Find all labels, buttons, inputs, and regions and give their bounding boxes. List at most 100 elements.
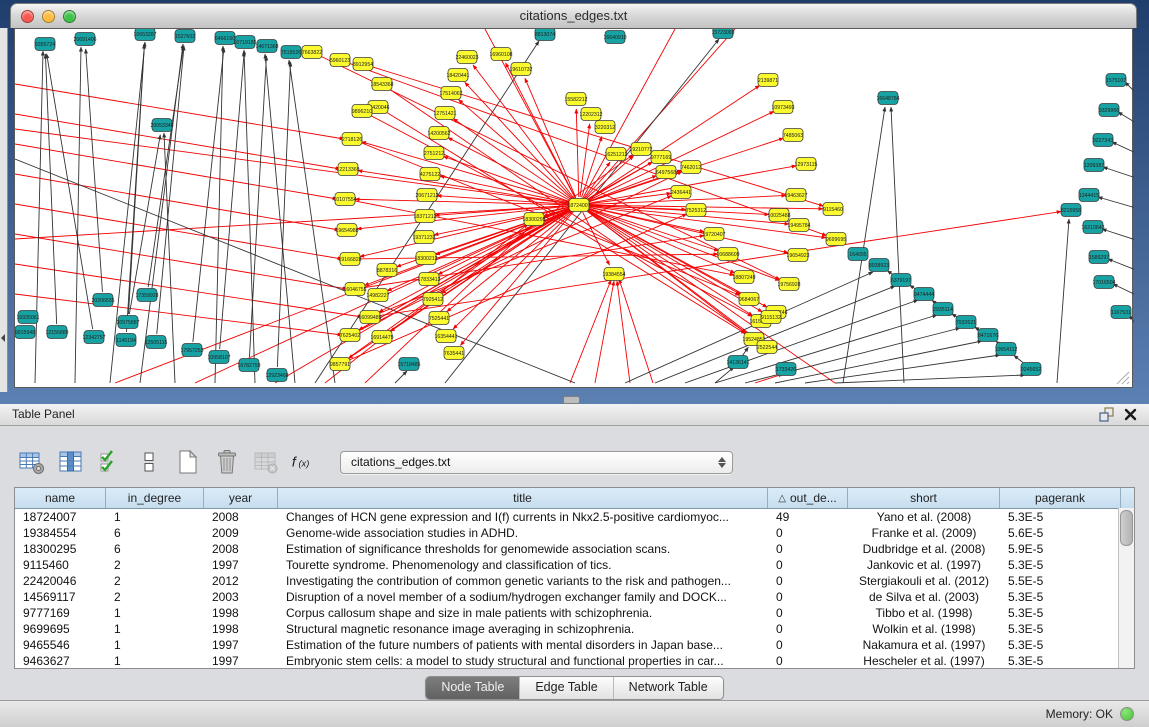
graph-node[interactable]: 10688609 [716,248,739,261]
graph-node[interactable]: 6466160 [215,32,235,45]
graph-node[interactable]: 9896210 [352,105,372,118]
graph-node[interactable]: 6497568 [656,166,676,179]
graph-edge[interactable] [460,211,573,345]
tab-edge-table[interactable]: Edge Table [519,677,612,699]
table-row[interactable]: 1456911722003Disruption of a novel membe… [15,589,1134,605]
graph-node[interactable]: 1167531 [1111,306,1131,319]
close-icon[interactable] [1123,407,1138,422]
panel-splitter-handle[interactable] [563,396,580,404]
graph-node[interactable]: 12156889 [45,326,68,339]
column-header-outde[interactable]: △out_de... [768,488,848,508]
graph-edge[interactable] [358,171,571,204]
graph-node[interactable]: 12505115 [145,336,168,349]
float-window-icon[interactable] [1099,407,1115,423]
graph-node[interactable]: 12973115 [795,158,818,171]
graph-node[interactable]: 20691406 [73,33,96,46]
graph-node[interactable]: 16648784 [876,92,899,105]
graph-node[interactable]: 16914479 [370,331,393,344]
control-panel-collapsed-strip[interactable] [0,28,8,392]
table-row[interactable]: 1830029562008Estimation of significance … [15,541,1134,557]
graph-node[interactable]: 2751212 [424,147,444,160]
graph-node[interactable]: 19654923 [786,249,809,262]
panel-collapse-arrow-icon[interactable] [1,334,5,342]
graph-node[interactable]: 17359928 [135,289,158,302]
graph-node[interactable]: 8938923 [869,259,889,272]
graph-node[interactable]: 7932621 [956,316,976,329]
graph-node[interactable]: 12923468 [265,369,288,382]
show-column-icon[interactable] [57,448,85,476]
graph-node[interactable]: 9474444 [914,288,934,301]
graph-edge[interactable] [15,264,362,317]
graph-node[interactable]: 19610732 [509,63,532,76]
graph-edge[interactable] [157,46,184,334]
graph-node[interactable]: 19463627 [784,189,807,202]
graph-edge[interactable] [148,46,183,287]
graph-edge[interactable] [289,60,335,383]
graph-edge[interactable] [891,107,904,383]
graph-edge[interactable] [1108,259,1134,270]
graph-node[interactable]: 16210643 [1081,221,1104,234]
graph-node[interactable]: 5960123 [330,54,350,67]
graph-node[interactable]: 22460023 [455,51,478,64]
graph-node[interactable]: 15582212 [564,93,587,106]
graph-node[interactable]: 19384554 [602,268,625,281]
graph-node[interactable]: 19720407 [702,228,725,241]
delete-table-icon[interactable] [213,448,241,476]
graph-node[interactable]: 17957253 [180,344,203,357]
table-row[interactable]: 946554611997Estimation of the future num… [15,637,1134,653]
graph-node[interactable]: 8813074 [535,29,555,41]
graph-node[interactable]: 8912954 [353,58,373,71]
graph-edge[interactable] [395,371,407,383]
graph-node[interactable]: 7515526 [281,46,301,59]
graph-node[interactable]: 18300212 [414,252,437,265]
graph-node[interactable]: 18543368 [370,78,393,91]
graph-node[interactable]: 17514062 [439,87,462,100]
graph-edge[interactable] [15,174,339,230]
table-settings-icon[interactable] [18,448,46,476]
graph-edge[interactable] [1098,197,1134,208]
graph-node[interactable]: 7925412 [423,293,443,306]
citation-network-graph[interactable]: 9355724206914061065328715276026466160107… [15,29,1134,387]
graph-node[interactable]: 19371233 [412,231,435,244]
graph-node[interactable]: 10654112 [995,343,1018,356]
graph-node[interactable]: 3220312 [595,121,615,134]
graph-node[interactable]: 20053346 [150,119,173,132]
graph-node[interactable]: 7635441 [444,347,464,360]
graph-node[interactable]: 7663822 [302,46,322,59]
graph-edge[interactable] [843,107,885,383]
graph-edge[interactable] [265,54,295,383]
graph-node[interactable]: 15718485 [397,358,420,371]
table-select-dropdown[interactable]: citations_edges.txt [340,451,733,474]
graph-edge[interactable] [625,272,873,383]
graph-node[interactable]: 12342757 [82,331,105,344]
network-window-titlebar[interactable]: citations_edges.txt [10,3,1137,28]
graph-node[interactable]: 17833412 [417,273,440,286]
graph-edge[interactable] [465,82,574,199]
graph-node[interactable]: 2935114 [933,303,953,316]
graph-edge[interactable] [586,86,760,201]
graph-edge[interactable] [249,56,266,357]
graph-node[interactable]: 18807249 [732,271,755,284]
graph-edge[interactable] [1113,284,1134,295]
graph-edge[interactable] [743,347,749,355]
graph-edge[interactable] [15,204,342,259]
graph-node[interactable]: 8215958 [1061,204,1081,217]
graph-node[interactable]: 16251212 [604,148,627,161]
graph-node[interactable]: 16960108 [489,48,512,61]
graph-node[interactable]: 1244415 [1079,189,1099,202]
graph-edge[interactable] [358,254,718,259]
graph-node[interactable]: 10025488 [767,209,790,222]
table-row[interactable]: 969969511998Structural magnetic resonanc… [15,621,1134,637]
graph-node[interactable]: 9245652 [1021,363,1041,376]
column-header-title[interactable]: title [278,488,768,508]
graph-node[interactable]: 18420441 [446,69,469,82]
column-header-indegree[interactable]: in_degree [106,488,204,508]
graph-node[interactable]: 9699695 [826,233,846,246]
graph-node[interactable]: 16640910 [603,31,626,44]
graph-node[interactable]: 16935061 [16,311,39,324]
graph-node[interactable]: 10958107 [207,351,230,364]
tab-network-table[interactable]: Network Table [613,677,723,699]
graph-node[interactable]: 20671212 [415,189,438,202]
graph-edge[interactable] [15,159,575,383]
vertical-scrollbar[interactable] [1118,508,1134,668]
